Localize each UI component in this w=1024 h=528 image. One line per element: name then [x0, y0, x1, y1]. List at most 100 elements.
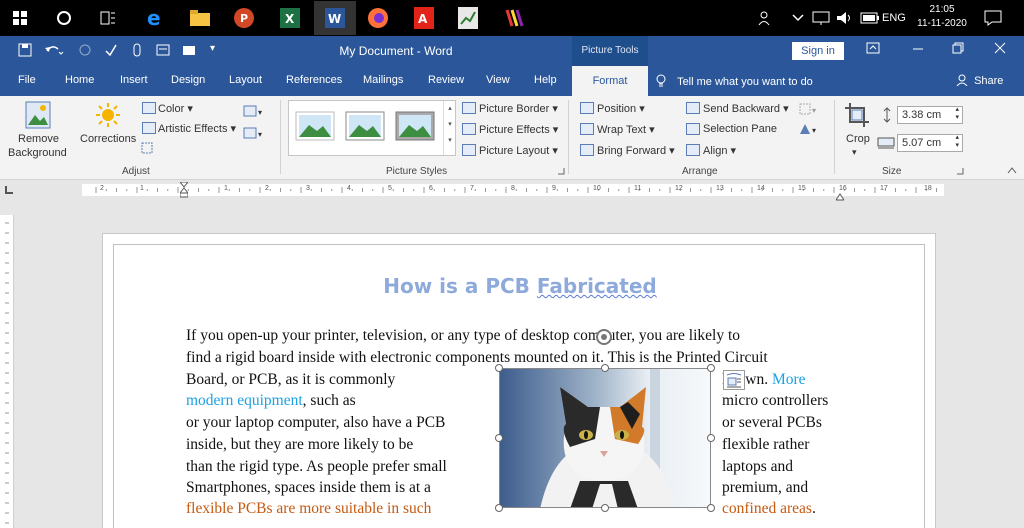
acrobat-icon[interactable]: A	[410, 4, 438, 32]
picture-layout-label[interactable]: Picture Layout ▾	[479, 144, 558, 157]
crop-label[interactable]: Crop	[846, 133, 870, 145]
collapse-ribbon-icon[interactable]	[1006, 164, 1018, 176]
corrections-label[interactable]: Corrections	[80, 133, 136, 145]
paragraph-line[interactable]: than the rigid type. As people prefer sm…	[186, 458, 447, 476]
document-page[interactable]: How is a PCB Fabricated If you open-up y…	[102, 233, 936, 528]
battery-icon[interactable]	[860, 0, 880, 36]
shape-height-input[interactable]: 3.38 cm ▴ ▾	[897, 106, 963, 124]
tab-home[interactable]: Home	[65, 74, 94, 86]
right-indent-marker-icon[interactable]	[835, 188, 845, 201]
excel-icon[interactable]: X	[276, 4, 304, 32]
rotate-objects-icon[interactable]: ▾	[798, 122, 820, 136]
resize-handle[interactable]	[707, 364, 715, 372]
picture-style-thumb[interactable]	[395, 111, 435, 141]
chevron-up-icon[interactable]	[792, 0, 804, 36]
resize-handle[interactable]	[601, 364, 609, 372]
send-backward-label[interactable]: Send Backward ▾	[703, 102, 789, 115]
ime-language[interactable]: ENG	[882, 0, 906, 36]
change-picture-icon[interactable]: ▾	[243, 104, 265, 118]
size-dialog-launcher-icon[interactable]	[955, 166, 965, 176]
picture-style-thumb[interactable]	[345, 111, 385, 141]
wrap-text-icon[interactable]	[580, 123, 594, 135]
resize-handle[interactable]	[495, 364, 503, 372]
sign-in-button[interactable]: Sign in	[792, 42, 844, 60]
resize-handle[interactable]	[707, 434, 715, 442]
rotate-handle-icon[interactable]	[595, 328, 613, 346]
tab-mailings[interactable]: Mailings	[363, 74, 403, 86]
tab-design[interactable]: Design	[171, 74, 205, 86]
system-clock[interactable]: 21:05 11-11-2020	[914, 3, 970, 31]
wrap-text-label[interactable]: Wrap Text ▾	[597, 123, 655, 136]
picture-effects-icon[interactable]	[462, 123, 476, 135]
paragraph-line[interactable]: confined areas.	[722, 500, 816, 518]
paragraph-line[interactable]: inside, but they are more likely to be	[186, 436, 413, 454]
picture-layout-icon[interactable]	[462, 144, 476, 156]
task-view-icon[interactable]	[94, 4, 122, 32]
height-spinner-icon[interactable]: ▴ ▾	[955, 106, 959, 122]
crop-icon[interactable]	[844, 102, 870, 128]
paragraph-line[interactable]: If you open-up your printer, television,…	[186, 327, 740, 345]
indent-marker-icon[interactable]	[178, 181, 190, 198]
picture-border-icon[interactable]	[462, 102, 476, 114]
edge-icon[interactable]: e	[140, 4, 168, 32]
picture-border-label[interactable]: Picture Border ▾	[479, 102, 558, 115]
document-heading[interactable]: How is a PCB Fabricated	[103, 274, 937, 298]
tab-view[interactable]: View	[486, 74, 510, 86]
word-icon[interactable]: W	[314, 1, 356, 35]
restore-icon[interactable]	[952, 42, 964, 57]
tab-help[interactable]: Help	[534, 74, 557, 86]
gallery-scroll[interactable]: ▴ ▾ ▾	[443, 101, 456, 155]
people-icon[interactable]	[758, 0, 774, 36]
tab-selector-icon[interactable]	[5, 186, 13, 194]
color-icon[interactable]	[142, 102, 156, 114]
align-icon[interactable]	[686, 144, 700, 156]
shape-width-input[interactable]: 5.07 cm ▴ ▾	[897, 134, 963, 152]
minimize-icon[interactable]	[912, 42, 924, 57]
position-label[interactable]: Position ▾	[597, 102, 645, 115]
firefox-icon[interactable]	[364, 4, 392, 32]
action-center-icon[interactable]	[984, 0, 1002, 36]
winrar-icon[interactable]	[500, 4, 528, 32]
selected-cat-picture[interactable]	[499, 368, 711, 508]
paragraph-line[interactable]: premium, and	[722, 479, 808, 497]
resize-handle[interactable]	[495, 434, 503, 442]
ribbon-display-options-icon[interactable]	[866, 42, 880, 57]
paragraph-line[interactable]: flexible rather	[722, 436, 809, 454]
paragraph-line[interactable]: find a rigid board inside with electroni…	[186, 349, 768, 367]
powerpoint-icon[interactable]: P	[230, 4, 258, 32]
compress-pictures-icon[interactable]	[140, 141, 154, 155]
artistic-effects-icon[interactable]	[142, 122, 156, 134]
tab-insert[interactable]: Insert	[120, 74, 148, 86]
tab-review[interactable]: Review	[428, 74, 464, 86]
tab-file[interactable]: File	[18, 74, 36, 86]
paragraph-line[interactable]: flexible PCBs are more suitable in such	[186, 500, 431, 518]
tell-me-search[interactable]: Tell me what you want to do	[656, 74, 813, 88]
file-explorer-icon[interactable]	[186, 4, 214, 32]
paragraph-line[interactable]: Smartphones, spaces inside them is at a	[186, 479, 431, 497]
color-label[interactable]: Color ▾	[158, 102, 193, 115]
tab-format[interactable]: Format	[572, 66, 648, 96]
network-icon[interactable]	[812, 0, 830, 36]
resize-handle[interactable]	[495, 504, 503, 512]
share-button[interactable]: Share	[956, 74, 1003, 87]
selection-pane-label[interactable]: Selection Pane	[703, 123, 777, 135]
paragraph-line[interactable]: micro controllers	[722, 392, 828, 410]
paragraph-line[interactable]: or several PCBs	[722, 414, 822, 432]
windows-start-icon[interactable]	[6, 4, 34, 32]
tab-references[interactable]: References	[286, 74, 342, 86]
picture-style-thumb[interactable]	[295, 111, 335, 141]
align-label[interactable]: Align ▾	[703, 144, 736, 157]
paragraph-line[interactable]: modern equipment, such as	[186, 392, 356, 410]
width-spinner-icon[interactable]: ▴ ▾	[955, 134, 959, 150]
artistic-effects-label[interactable]: Artistic Effects ▾	[158, 122, 236, 135]
dialog-launcher-icon[interactable]	[556, 166, 566, 176]
resize-handle[interactable]	[707, 504, 715, 512]
layout-options-icon[interactable]	[723, 370, 745, 390]
corrections-icon[interactable]	[94, 100, 122, 130]
picture-effects-label[interactable]: Picture Effects ▾	[479, 123, 558, 136]
reset-picture-icon[interactable]: ▾	[243, 126, 265, 140]
finance-icon[interactable]	[454, 4, 482, 32]
paragraph-line[interactable]: Board, or PCB, as it is commonly	[186, 371, 395, 389]
position-icon[interactable]	[580, 102, 594, 114]
selection-pane-icon[interactable]	[686, 123, 700, 135]
